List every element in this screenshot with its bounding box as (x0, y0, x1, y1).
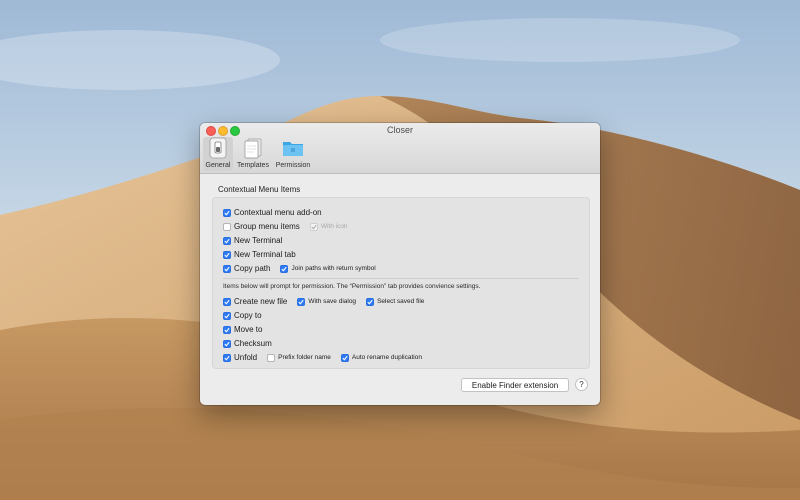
checkbox-with-save-dialog[interactable] (297, 297, 306, 306)
checkmark-icon (224, 299, 230, 305)
checkmark-icon (224, 341, 230, 347)
checkbox-unfold[interactable] (223, 353, 231, 362)
label-unfold: Unfold (234, 353, 258, 362)
folder-icon (283, 142, 303, 156)
permission-info-text: Items below will prompt for permission. … (223, 283, 481, 290)
checkmark-icon (224, 210, 230, 216)
tab-templates-label: Templates (237, 162, 269, 169)
option-copy-to: Copy to (223, 310, 262, 321)
checkmark-icon (367, 299, 373, 305)
checkmark-icon (224, 238, 230, 244)
enable-finder-extension-button[interactable]: Enable Finder extension (461, 378, 569, 392)
tab-templates[interactable]: Templates (235, 137, 271, 171)
option-unfold: Unfold Prefix folder name Auto rename du… (223, 352, 422, 363)
contextual-menu-group: Contextual menu add-on Group menu items … (212, 197, 590, 369)
preferences-window: Closer General Templates Permission Cont… (200, 123, 600, 405)
label-group-menu-items: Group menu items (234, 222, 300, 231)
checkmark-icon (342, 355, 348, 361)
option-with-icon: With icon (309, 222, 348, 231)
label-join-paths: Join paths with return symbol (291, 265, 376, 272)
checkbox-new-terminal[interactable] (223, 236, 231, 245)
checkbox-with-icon[interactable] (309, 222, 318, 231)
checkmark-icon (224, 327, 230, 333)
label-contextual-menu-addon: Contextual menu add-on (234, 208, 322, 217)
option-new-terminal: New Terminal (223, 235, 282, 246)
label-prefix-folder-name: Prefix folder name (278, 354, 331, 361)
option-auto-rename: Auto rename duplication (340, 353, 422, 362)
option-group-menu-items: Group menu items With icon (223, 221, 348, 232)
help-button[interactable]: ? (575, 378, 588, 391)
checkbox-move-to[interactable] (223, 325, 231, 334)
checkmark-icon (224, 313, 230, 319)
label-with-save-dialog: With save dialog (308, 298, 357, 305)
titlebar: Closer General Templates Permission (200, 123, 600, 174)
divider (223, 278, 579, 279)
checkbox-copy-path[interactable] (223, 264, 231, 273)
label-auto-rename: Auto rename duplication (351, 354, 422, 361)
checkbox-copy-to[interactable] (223, 311, 231, 320)
checkbox-group-menu-items[interactable] (223, 222, 231, 231)
checkmark-icon (311, 224, 317, 229)
label-with-icon: With icon (320, 223, 348, 230)
option-create-new-file: Create new file With save dialog Select … (223, 296, 424, 307)
label-create-new-file: Create new file (234, 297, 288, 306)
checkmark-icon (281, 266, 288, 272)
tab-permission[interactable]: Permission (273, 137, 313, 171)
checkmark-icon (298, 299, 304, 305)
checkbox-create-new-file[interactable] (223, 297, 231, 306)
checkbox-join-paths[interactable] (280, 264, 289, 273)
window-title: Closer (386, 125, 413, 135)
switch-icon (209, 137, 227, 159)
label-new-terminal-tab: New Terminal tab (234, 250, 296, 259)
option-select-saved-file: Select saved file (366, 297, 425, 306)
checkmark-icon (224, 266, 230, 272)
checkbox-select-saved-file[interactable] (366, 297, 375, 306)
option-prefix-folder-name: Prefix folder name (267, 353, 331, 362)
tab-general[interactable]: General (203, 137, 233, 171)
section-title: Contextual Menu Items (218, 185, 301, 194)
checkbox-contextual-menu-addon[interactable] (223, 208, 231, 217)
tab-permission-label: Permission (275, 162, 311, 169)
label-move-to: Move to (234, 325, 263, 334)
checkbox-prefix-folder-name[interactable] (267, 353, 276, 362)
checkbox-checksum[interactable] (223, 339, 231, 348)
option-with-save-dialog: With save dialog (297, 297, 357, 306)
option-new-terminal-tab: New Terminal tab (223, 249, 296, 260)
option-move-to: Move to (223, 324, 262, 335)
checkbox-new-terminal-tab[interactable] (223, 250, 231, 259)
documents-icon (244, 138, 262, 159)
option-checksum: Checksum (223, 338, 272, 349)
label-checksum: Checksum (234, 339, 272, 348)
label-copy-path: Copy path (234, 264, 271, 273)
label-new-terminal: New Terminal (234, 236, 283, 245)
label-copy-to: Copy to (234, 311, 262, 320)
checkmark-icon (224, 252, 230, 258)
label-select-saved-file: Select saved file (377, 298, 425, 305)
tab-general-label: General (205, 162, 231, 169)
option-join-paths: Join paths with return symbol (280, 264, 376, 273)
option-contextual-menu-addon: Contextual menu add-on (223, 207, 322, 218)
checkmark-icon (224, 355, 230, 361)
checkbox-auto-rename[interactable] (340, 353, 349, 362)
option-copy-path: Copy path Join paths with return symbol (223, 263, 376, 274)
